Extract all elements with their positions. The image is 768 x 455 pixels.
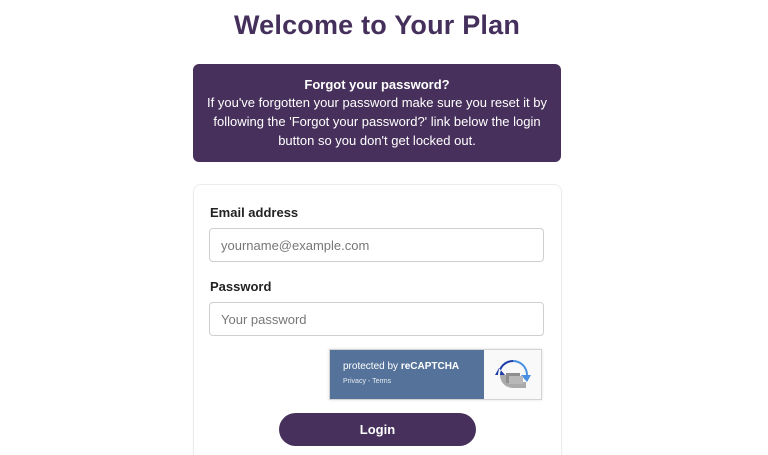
recaptcha-protected-text: protected by reCAPTCHA — [343, 360, 484, 373]
notice-body: If you've forgotten your password make s… — [207, 95, 547, 148]
page-title: Welcome to Your Plan — [233, 10, 521, 40]
login-page: Welcome to Your Plan Forgot your passwor… — [0, 0, 768, 455]
recaptcha-links: Privacy - Terms — [343, 378, 484, 385]
login-card: Email address Password protected by reCA… — [193, 184, 562, 455]
recaptcha-text-panel: protected by reCAPTCHA Privacy - Terms — [330, 350, 484, 399]
login-button[interactable]: Login — [279, 413, 476, 446]
password-label: Password — [210, 279, 272, 294]
password-field[interactable] — [209, 302, 544, 336]
recaptcha-icon — [484, 350, 541, 399]
email-label: Email address — [210, 205, 299, 220]
recaptcha-privacy-link[interactable]: Privacy — [343, 378, 366, 385]
recaptcha-protected-prefix: protected by — [343, 361, 401, 372]
email-field[interactable] — [209, 228, 544, 262]
notice-title: Forgot your password? — [304, 77, 450, 92]
recaptcha-brand: reCAPTCHA — [400, 361, 460, 372]
recaptcha-terms-link[interactable]: Terms — [372, 378, 391, 385]
forgot-password-notice: Forgot your password? If you've forgotte… — [193, 64, 561, 162]
recaptcha-badge[interactable]: protected by reCAPTCHA Privacy - Terms — [329, 349, 542, 400]
